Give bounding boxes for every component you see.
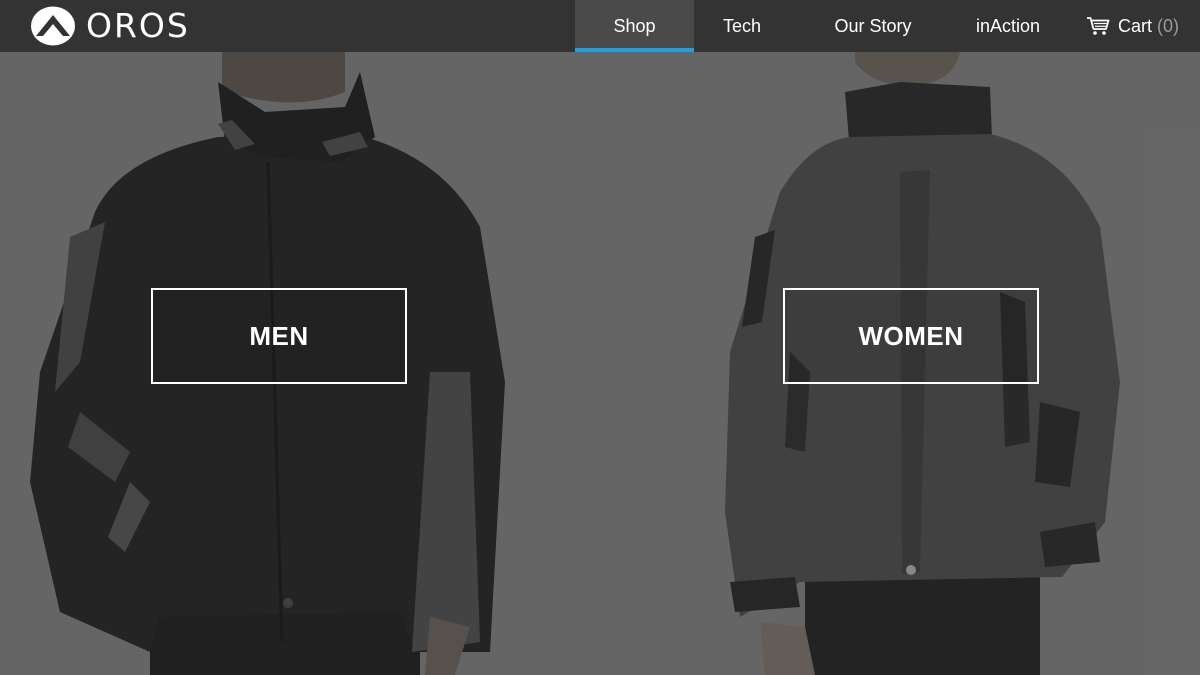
shop-women-button[interactable]: WOMEN bbox=[783, 288, 1039, 384]
mountain-peak-icon bbox=[31, 6, 75, 46]
cart-label: Cart bbox=[1118, 15, 1153, 36]
women-category-panel[interactable]: WOMEN bbox=[600, 52, 1200, 675]
shopping-cart-icon bbox=[1087, 17, 1110, 35]
nav-item-tech[interactable]: Tech bbox=[700, 0, 784, 52]
nav-item-shop[interactable]: Shop bbox=[575, 0, 694, 52]
nav-item-our-story[interactable]: Our Story bbox=[818, 0, 928, 52]
men-category-panel[interactable]: MEN bbox=[0, 52, 600, 675]
brand-name: OROS bbox=[86, 6, 190, 45]
top-navigation-bar: OROS Shop Tech Our Story inAction Cart (… bbox=[0, 0, 1200, 52]
shop-men-button[interactable]: MEN bbox=[151, 288, 407, 384]
cart-count: (0) bbox=[1157, 15, 1180, 36]
nav-item-inaction[interactable]: inAction bbox=[963, 0, 1053, 52]
cart-link[interactable]: Cart (0) bbox=[1086, 0, 1182, 52]
brand-logo-link[interactable]: OROS bbox=[30, 4, 190, 48]
shop-landing-page: OROS Shop Tech Our Story inAction Cart (… bbox=[0, 0, 1200, 675]
